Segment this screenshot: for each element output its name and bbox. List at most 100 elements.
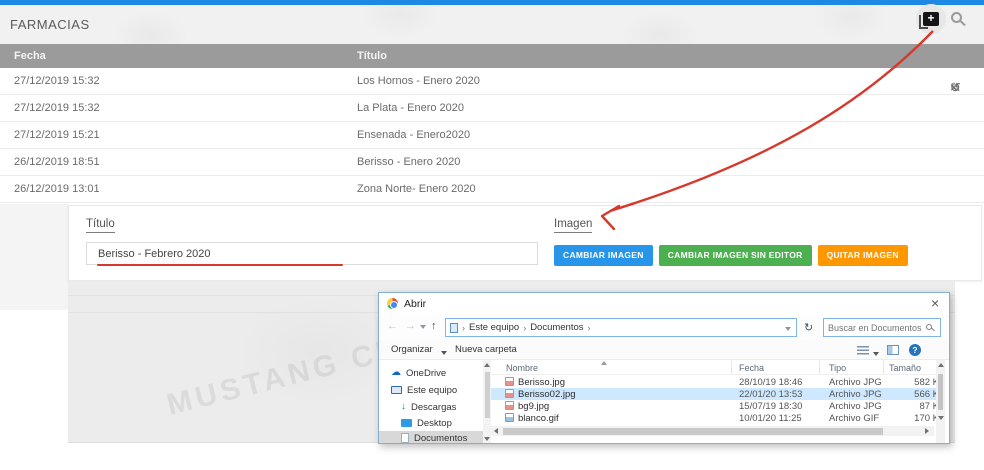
sidebar-item-documentos[interactable]: Documentos	[379, 431, 483, 444]
table-row[interactable]: 27/12/2019 15:32 Los Hornos - Enero 2020…	[0, 68, 984, 95]
cambiar-imagen-sin-editor-button[interactable]: CAMBIAR IMAGEN SIN EDITOR	[659, 245, 812, 266]
cell-titulo: Los Hornos - Enero 2020	[357, 75, 480, 87]
scroll-down-icon[interactable]	[938, 416, 944, 420]
file-type: Archivo JPG	[829, 389, 882, 400]
table-row[interactable]: 27/12/2019 15:21 Ensenada - Enero2020	[0, 122, 984, 149]
close-icon[interactable]: ×	[931, 295, 939, 311]
col-tipo[interactable]: Tipo	[829, 363, 846, 373]
jpg-file-icon	[505, 377, 514, 386]
file-row[interactable]: Berisso.jpg 28/10/19 18:46 Archivo JPG 5…	[491, 376, 936, 388]
col-nombre[interactable]: Nombre	[506, 363, 538, 373]
jpg-file-icon	[505, 401, 514, 410]
scroll-up-icon[interactable]	[938, 363, 944, 367]
dialog-titlebar[interactable]: Abrir ×	[379, 293, 949, 315]
dialog-sidebar: ☁ OneDrive Este equipo ↓ Descargas Deskt…	[379, 360, 483, 444]
organizar-caret-icon[interactable]	[441, 351, 447, 355]
sidebar-scrollbar[interactable]	[483, 360, 491, 444]
file-date: 22/01/20 13:53	[739, 389, 802, 400]
list-vertical-scrollbar[interactable]	[936, 360, 945, 444]
cambiar-imagen-button[interactable]: CAMBIAR IMAGEN	[554, 245, 653, 266]
file-date: 10/01/20 11:25	[739, 413, 802, 424]
file-list: Nombre Fecha Tipo Tamaño Berisso.jpg 28/…	[491, 360, 945, 444]
nueva-carpeta-button[interactable]: Nueva carpeta	[455, 344, 517, 355]
location-icon	[450, 323, 458, 333]
up-icon[interactable]: ↑	[431, 320, 437, 332]
search-box	[823, 318, 941, 337]
table-row[interactable]: 26/12/2019 13:01 Zona Norte- Enero 2020	[0, 176, 984, 203]
sidebar-label: Desktop	[417, 418, 452, 429]
back-icon[interactable]: ←	[387, 320, 398, 332]
file-type: Archivo JPG	[829, 377, 882, 388]
file-type: Archivo GIF	[829, 413, 879, 424]
titulo-input[interactable]	[86, 242, 538, 265]
col-fecha[interactable]: Fecha	[739, 363, 764, 373]
forward-icon[interactable]: →	[405, 320, 416, 332]
cloud-icon: ☁	[391, 368, 401, 378]
cell-titulo: La Plata - Enero 2020	[357, 102, 464, 114]
file-date: 15/07/19 18:30	[739, 401, 802, 412]
dialog-title: Abrir	[404, 298, 426, 310]
computer-icon	[391, 386, 402, 394]
address-bar[interactable]: › Este equipo › Documentos ›	[445, 318, 797, 337]
quitar-imagen-button[interactable]: QUITAR IMAGEN	[818, 245, 908, 266]
cell-titulo: Zona Norte- Enero 2020	[357, 183, 476, 195]
add-record-button[interactable]: +	[916, 4, 946, 34]
scrollbar-thumb[interactable]	[485, 372, 490, 418]
breadcrumb-documentos[interactable]: Documentos	[530, 322, 583, 333]
views-icon[interactable]	[857, 346, 869, 355]
image-buttons: CAMBIAR IMAGEN CAMBIAR IMAGEN SIN EDITOR…	[554, 245, 908, 266]
breadcrumb-separator: ›	[462, 323, 465, 333]
plus-square-icon: +	[923, 12, 939, 26]
edit-form-card: Título Imagen CAMBIAR IMAGEN CAMBIAR IMA…	[68, 205, 982, 281]
dialog-search-input[interactable]	[828, 320, 922, 335]
file-type: Archivo JPG	[829, 401, 882, 412]
column-divider	[819, 361, 820, 374]
sidebar-item-este-equipo[interactable]: Este equipo	[391, 383, 457, 397]
file-size: 87 K	[887, 401, 939, 412]
left-gutter	[0, 204, 68, 310]
breadcrumb-este-equipo[interactable]: Este equipo	[469, 322, 519, 333]
breadcrumb-separator: ›	[588, 323, 591, 333]
delete-icon[interactable]: ×	[950, 80, 958, 96]
horizontal-scrollbar[interactable]	[491, 426, 934, 436]
file-row[interactable]: bg9.jpg 15/07/19 18:30 Archivo JPG 87 K	[491, 400, 936, 412]
scroll-left-icon[interactable]	[494, 428, 498, 434]
sidebar-item-descargas[interactable]: ↓ Descargas	[401, 400, 456, 414]
dialog-toolbar: Organizar Nueva carpeta ?	[379, 340, 949, 360]
breadcrumb-separator: ›	[523, 323, 526, 333]
preview-pane-icon[interactable]	[887, 345, 899, 355]
cell-fecha: 27/12/2019 15:21	[14, 129, 100, 141]
help-icon[interactable]: ?	[909, 344, 921, 356]
refresh-icon[interactable]: ↻	[804, 321, 813, 334]
address-dropdown-icon[interactable]	[785, 327, 791, 331]
titulo-field-label: Título	[86, 218, 115, 233]
scrollbar-thumb[interactable]	[938, 374, 943, 410]
scrollbar-thumb[interactable]	[503, 428, 883, 435]
screen: FARMACIAS + Fecha Título 27/12/2019 15:3…	[0, 0, 984, 470]
recent-locations-icon[interactable]	[420, 325, 426, 329]
search-icon[interactable]	[926, 324, 932, 330]
file-name: bg9.jpg	[518, 401, 549, 412]
organizar-menu[interactable]: Organizar	[391, 344, 433, 355]
scroll-right-icon[interactable]	[925, 428, 929, 434]
views-caret-icon[interactable]	[873, 352, 879, 356]
sidebar-label: Documentos	[414, 433, 467, 444]
table-row[interactable]: 27/12/2019 15:32 La Plata - Enero 2020	[0, 95, 984, 122]
file-row-selected[interactable]: Berisso02.jpg 22/01/20 13:53 Archivo JPG…	[491, 388, 936, 400]
scroll-down-icon[interactable]	[484, 437, 490, 441]
dialog-nav-row: ← → ↑ › Este equipo › Documentos › ↻	[379, 315, 949, 340]
desktop-icon	[401, 419, 412, 427]
table-row[interactable]: 26/12/2019 18:51 Berisso - Enero 2020	[0, 149, 984, 176]
sidebar-item-desktop[interactable]: Desktop	[401, 416, 452, 430]
scroll-up-icon[interactable]	[484, 363, 490, 367]
sidebar-item-onedrive[interactable]: ☁ OneDrive	[391, 366, 446, 380]
file-size: 582 K	[887, 377, 939, 388]
sidebar-label: Este equipo	[407, 385, 457, 396]
col-tamano[interactable]: Tamaño	[889, 363, 921, 373]
sort-ascending-icon	[601, 361, 607, 365]
file-size: 566 K	[887, 389, 939, 400]
search-icon[interactable]	[951, 12, 962, 23]
file-size: 170 K	[887, 413, 939, 424]
file-row[interactable]: blanco.gif 10/01/20 11:25 Archivo GIF 17…	[491, 412, 936, 424]
column-header-titulo: Título	[357, 50, 387, 62]
